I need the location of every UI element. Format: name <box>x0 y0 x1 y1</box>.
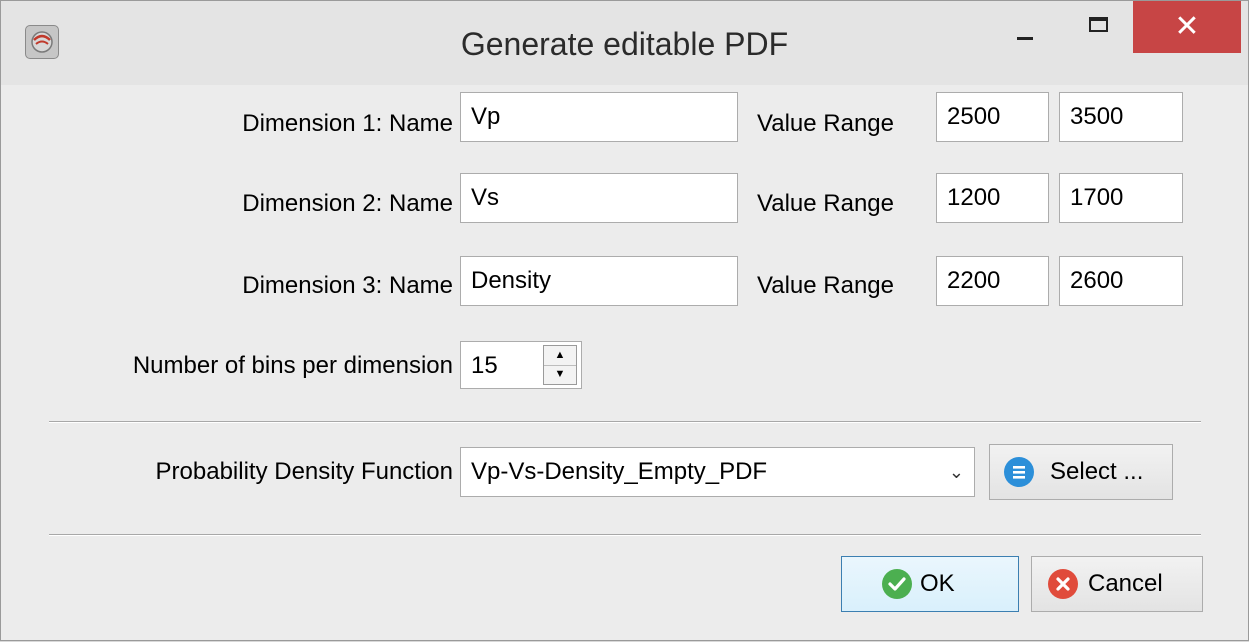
separator-top <box>49 421 1201 423</box>
dimension-2-min-input[interactable]: 1200 <box>936 173 1049 223</box>
ok-button[interactable]: OK <box>841 556 1019 612</box>
x-circle-icon <box>1048 569 1078 599</box>
dimension-1-name-label: Dimension 1: Name <box>242 110 453 137</box>
minimize-button[interactable] <box>997 1 1053 53</box>
dimension-2-max-input[interactable]: 1700 <box>1059 173 1183 223</box>
dimension-1-name-input[interactable]: Vp <box>460 92 738 142</box>
select-button[interactable]: Select ... <box>989 444 1173 500</box>
cancel-button[interactable]: Cancel <box>1031 556 1203 612</box>
spinner-up-icon[interactable]: ▲ <box>544 346 576 366</box>
dimension-3-min-input[interactable]: 2200 <box>936 256 1049 306</box>
pdf-dropdown[interactable]: Vp-Vs-Density_Empty_PDF ⌄ <box>460 447 975 497</box>
ok-button-label: OK <box>920 570 955 597</box>
dimension-1-max-input[interactable]: 3500 <box>1059 92 1183 142</box>
dimension-3-range-label: Value Range <box>757 272 894 299</box>
maximize-icon <box>1089 17 1108 32</box>
dimension-1-min-input[interactable]: 2500 <box>936 92 1049 142</box>
pdf-dropdown-value: Vp-Vs-Density_Empty_PDF <box>471 458 768 485</box>
select-button-label: Select ... <box>1050 458 1144 485</box>
separator-bottom <box>49 534 1201 536</box>
dialog-window: Generate editable PDF ✕ Dimension 1: Nam… <box>0 0 1249 641</box>
app-logo-icon[interactable] <box>25 25 59 59</box>
title-bar[interactable]: Generate editable PDF ✕ <box>1 1 1248 85</box>
chevron-down-icon: ⌄ <box>948 462 964 482</box>
minimize-icon <box>1017 37 1033 40</box>
dimension-2-name-label: Dimension 2: Name <box>242 190 453 217</box>
dimension-3-name-input[interactable]: Density <box>460 256 738 306</box>
window-title: Generate editable PDF <box>460 26 789 62</box>
list-icon <box>1004 457 1034 487</box>
dimension-3-max-input[interactable]: 2600 <box>1059 256 1183 306</box>
maximize-button[interactable] <box>1075 1 1131 53</box>
dimension-3-name-label: Dimension 3: Name <box>242 272 453 299</box>
dialog-content: Dimension 1: Name Vp Value Range 2500 35… <box>1 85 1248 642</box>
close-button[interactable]: ✕ <box>1133 1 1241 53</box>
dimension-2-range-label: Value Range <box>757 190 894 217</box>
close-icon: ✕ <box>1174 10 1200 43</box>
bins-label: Number of bins per dimension <box>132 352 453 379</box>
bins-spinner[interactable]: ▲ ▼ <box>543 345 577 385</box>
spinner-down-icon[interactable]: ▼ <box>544 365 576 384</box>
dimension-1-range-label: Value Range <box>757 110 894 137</box>
dimension-2-name-input[interactable]: Vs <box>460 173 738 223</box>
pdf-label: Probability Density Function <box>155 458 453 485</box>
cancel-button-label: Cancel <box>1088 570 1163 597</box>
check-circle-icon <box>882 569 912 599</box>
